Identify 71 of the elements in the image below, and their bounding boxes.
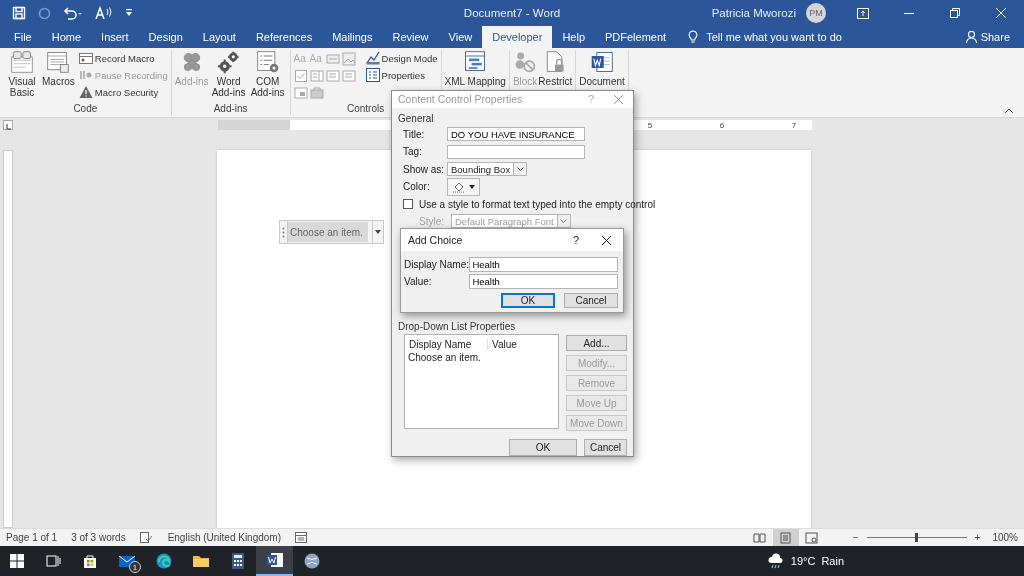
temperature: 19°C [790, 555, 816, 567]
ribbon-tab[interactable]: Home [41, 26, 92, 48]
section-label: Drop-Down List Properties [398, 320, 517, 334]
window-title: Document7 - Word [463, 7, 561, 19]
ok-button[interactable]: OK [509, 439, 577, 456]
ribbon-tab[interactable]: Mailings [322, 26, 383, 48]
dialog-title: Content Control Properties [398, 93, 524, 106]
zoom-in-button[interactable]: + [974, 532, 981, 543]
ribbon-tab[interactable]: File [4, 26, 42, 48]
field-label: Value: [404, 275, 433, 287]
ribbon-tab[interactable]: View [438, 26, 483, 48]
field-label: Display Name: [404, 258, 470, 270]
checkbox-label: Use a style to format text typed into the empty control [419, 198, 656, 210]
list-item[interactable]: Choose an item. [407, 351, 556, 364]
user-name: Patricia Mworozi [711, 7, 796, 19]
list-box[interactable]: Display Name Value Choose an item. [404, 334, 559, 429]
section-label: General [398, 111, 435, 126]
placeholder-text: Choose an item. [288, 222, 368, 242]
ribbon-button[interactable]: Properties [365, 67, 438, 83]
ribbon-button[interactable]: Design Mode [365, 50, 438, 66]
text-field[interactable]: Health [469, 256, 618, 272]
tell-me-field[interactable]: Tell me what you want to do [706, 31, 877, 43]
ribbon-tab[interactable]: Review [382, 26, 439, 48]
dialog-title: Add Choice [408, 234, 464, 246]
field-label: Style: [419, 215, 445, 227]
dialog-button[interactable]: OK [501, 293, 555, 308]
ribbon-tab[interactable]: Design [138, 26, 193, 48]
share-button[interactable]: Share [951, 26, 1024, 48]
weather-condition: Rain [821, 555, 844, 567]
user-avatar[interactable]: PM [806, 3, 826, 23]
cancel-button[interactable]: Cancel [584, 439, 627, 456]
weather-widget[interactable]: 19°C Rain [766, 546, 844, 576]
language[interactable]: English (United Kingdom) [167, 532, 282, 543]
text-field[interactable]: DO YOU HAVE INSURANCE [447, 127, 585, 142]
zoom-level[interactable]: 100% [992, 532, 1018, 543]
ribbon-button[interactable]: Restrict [538, 50, 573, 103]
ribbon-tab[interactable]: Insert [91, 26, 139, 48]
drop-down-control[interactable]: Choose an item. [279, 220, 384, 244]
word-count[interactable]: 3 of 3 words [71, 532, 126, 543]
ruler-number: 5 [646, 120, 654, 130]
ribbon-button[interactable]: Record Macro [78, 50, 168, 66]
column-header: Value [491, 338, 517, 350]
page-count[interactable]: Page 1 of 1 [6, 532, 58, 543]
ruler-number: 7 [790, 120, 798, 130]
zoom-out-button[interactable]: − [852, 532, 859, 543]
dialog-button[interactable]: Cancel [564, 293, 618, 308]
field-label: Title: [403, 128, 426, 140]
ribbon-button[interactable]: Visual Basic [3, 50, 41, 102]
field-label: Tag: [403, 146, 423, 158]
ribbon-button[interactable]: Word Add-ins [209, 50, 248, 102]
text-field[interactable]: Health [469, 273, 618, 289]
dropdown-value: Bounding Box [450, 163, 512, 175]
field-label: Show as: [403, 163, 446, 175]
ribbon-button[interactable]: Macros [42, 50, 75, 102]
ribbon-tab[interactable]: References [245, 26, 323, 48]
column-header: Display Name [407, 338, 488, 350]
group-label: Add-ins [212, 102, 249, 115]
ribbon-tab[interactable]: PDFelement [595, 26, 677, 48]
list-button[interactable]: Add... [566, 335, 627, 351]
help-button[interactable]: ? [563, 234, 589, 246]
group-label: Controls [345, 102, 386, 115]
dropdown-field[interactable]: Bounding Box [447, 162, 528, 177]
group-label: Code [72, 102, 99, 115]
dropdown-value: Default Paragraph Font [454, 215, 555, 227]
ribbon-tab[interactable]: Help [552, 26, 595, 48]
ruler-number: 6 [718, 120, 726, 130]
field-label: Color: [403, 181, 431, 193]
ribbon-tab[interactable]: Developer [482, 26, 553, 48]
ribbon-tab[interactable]: Layout [192, 26, 246, 48]
ribbon-button[interactable]: COM Add-ins [248, 50, 287, 102]
ribbon-button[interactable]: Macro Security [78, 84, 168, 100]
